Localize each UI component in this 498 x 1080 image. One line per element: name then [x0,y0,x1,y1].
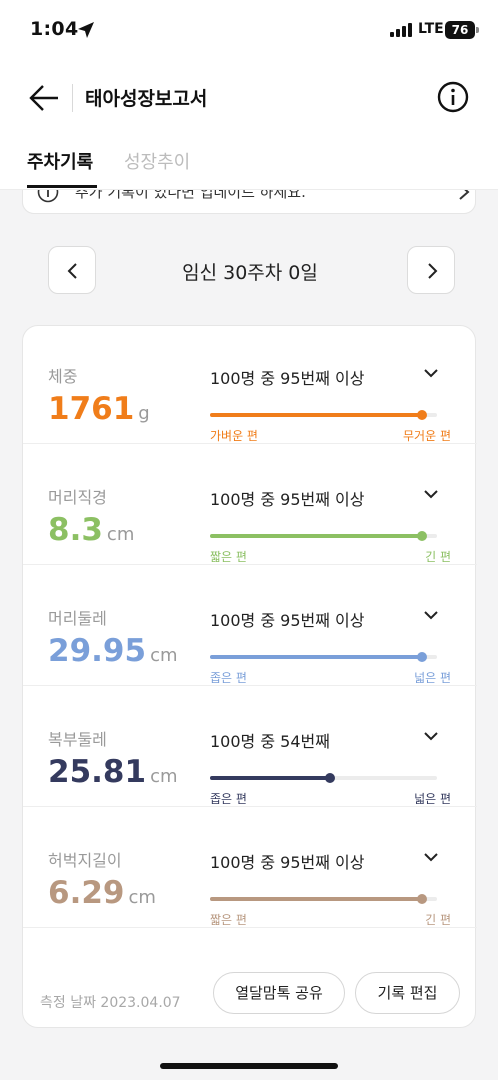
metric-value: 25.81 cm [48,754,178,790]
metric-unit: cm [128,887,156,908]
chevron-down-icon[interactable] [423,488,439,500]
metric-rank: 100명 중 95번째 이상 [210,369,365,388]
chevron-down-icon[interactable] [423,730,439,742]
header-divider [72,84,73,112]
metric-row: 복부둘레 25.81 cm 100명 중 54번째좁은 편 넓은 편 [23,686,477,807]
status-time: 1:04 [30,18,79,40]
percentile-fill [210,897,422,901]
battery-level: 76 [445,21,475,39]
notice-text: 추가 기록이 있다면 업데이트 하세요. [75,190,306,201]
metric-rank: 100명 중 54번째 [210,732,330,751]
percentile-marker [417,531,427,541]
network-type: LTE [418,21,444,37]
metric-value: 1761 g [48,391,150,427]
range-high-label: 넓은 편 [414,671,451,685]
chevron-down-icon[interactable] [423,851,439,863]
page-title: 태아성장보고서 [85,88,208,110]
card-footer: 측정 날짜 2023.04.07 열달맘톡 공유 기록 편집 [23,934,477,1029]
percentile-track [210,773,437,783]
status-bar: 1:04 LTE 76 [0,0,498,62]
chevron-down-icon[interactable] [423,367,439,379]
range-high-label: 긴 편 [425,550,451,564]
update-notice-card-visible[interactable]: 추가 기록이 있다면 업데이트 하세요. [22,190,476,214]
metric-unit: cm [150,766,178,787]
metric-unit: cm [106,524,135,545]
range-high-label: 넓은 편 [414,792,451,806]
metric-value: 6.29 cm [48,875,156,911]
metrics-card: 체중 1761 g 100명 중 95번째 이상 가벼운 편 무거운 편 머리직경 8.3 cm… [22,323,477,1029]
info-icon[interactable] [436,80,470,114]
info-circle-icon [37,190,59,203]
tab-bar: 주차기록 성장추이 [0,136,498,190]
percentile-track [210,410,437,420]
metric-unit: g [138,403,150,424]
percentile-fill [210,413,422,417]
metric-rank: 100명 중 95번째 이상 [210,611,365,630]
tab-active-indicator [27,185,97,188]
metric-value: 8.3 cm [48,512,134,548]
metric-row: 체중 1761 g 100명 중 95번째 이상가벼운 편 무거운 편 [23,323,477,444]
battery-icon: 76 [445,21,479,39]
week-label: 임신 30주차 0일 [182,262,318,284]
metric-unit: cm [150,645,178,666]
metric-name: 체중 [48,367,78,386]
metric-number: 6.29 [48,875,125,911]
metric-number: 1761 [48,391,135,427]
week-navigator: 임신 30주차 0일 [0,246,498,298]
metric-row: 머리둘레 29.95 cm 100명 중 95번째 이상좁은 편 넓은 편 [23,565,477,686]
percentile-track [210,531,437,541]
chevron-right-icon [428,263,438,279]
percentile-fill [210,534,422,538]
chevron-down-icon[interactable] [423,609,439,621]
notice-visible-area: 추가 기록이 있다면 업데이트 하세요. [0,190,498,220]
home-indicator [160,1063,338,1069]
metric-value: 29.95 cm [48,633,178,669]
battery-tip [476,27,479,33]
metric-name: 머리직경 [48,488,107,507]
share-button[interactable]: 열달맘톡 공유 [213,972,345,1014]
chevron-right-icon [459,190,470,200]
metric-rank: 100명 중 95번째 이상 [210,490,365,509]
tab-weekly-record[interactable]: 주차기록 [27,148,93,174]
percentile-marker [417,652,427,662]
next-week-button[interactable] [407,246,455,294]
metric-number: 8.3 [48,512,103,548]
percentile-fill [210,655,422,659]
percentile-track [210,652,437,662]
measure-date: 측정 날짜 2023.04.07 [40,995,181,1011]
back-arrow-icon[interactable] [22,78,62,118]
location-arrow-icon [78,22,94,38]
metric-name: 허벅지길이 [48,851,122,870]
range-high-label: 무거운 편 [403,429,451,443]
prev-week-button[interactable] [48,246,96,294]
percentile-track [210,894,437,904]
range-low-label: 좁은 편 [210,792,247,806]
range-low-label: 짧은 편 [210,913,247,927]
metric-name: 복부둘레 [48,730,107,749]
tab-growth-trend[interactable]: 성장추이 [124,148,190,174]
range-low-label: 가벼운 편 [210,429,258,443]
metric-number: 29.95 [48,633,147,669]
metric-name: 머리둘레 [48,609,107,628]
signal-bars-icon [390,23,412,37]
range-low-label: 짧은 편 [210,550,247,564]
chevron-left-icon [67,263,77,279]
app-header: 태아성장보고서 [0,62,498,132]
metric-number: 25.81 [48,754,147,790]
metric-rank: 100명 중 95번째 이상 [210,853,365,872]
edit-record-button[interactable]: 기록 편집 [355,972,460,1014]
percentile-marker [325,773,335,783]
percentile-fill [210,776,330,780]
range-low-label: 좁은 편 [210,671,247,685]
percentile-marker [417,894,427,904]
metric-row: 머리직경 8.3 cm 100명 중 95번째 이상짧은 편 긴 편 [23,444,477,565]
range-high-label: 긴 편 [425,913,451,927]
percentile-marker [417,410,427,420]
metric-row: 허벅지길이 6.29 cm 100명 중 95번째 이상짧은 편 긴 편 [23,807,477,928]
